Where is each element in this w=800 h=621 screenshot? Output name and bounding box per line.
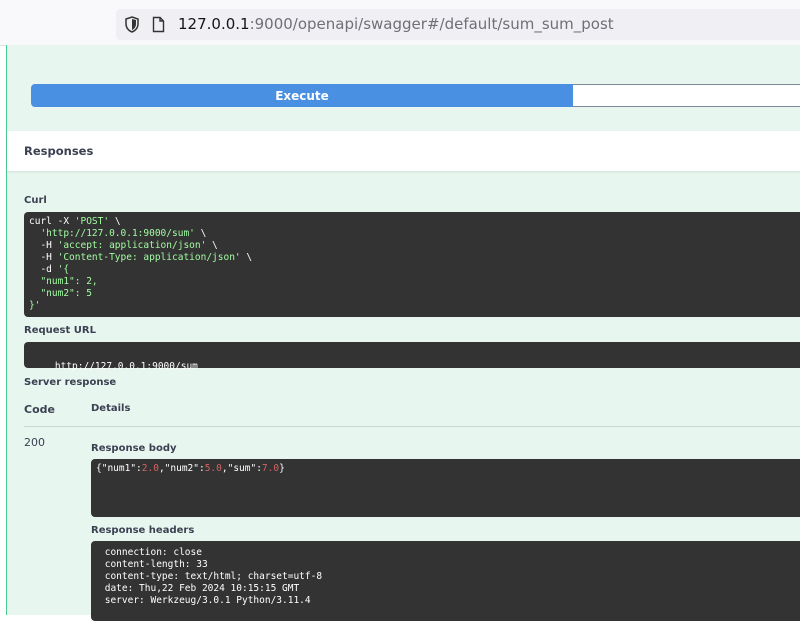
server-response-label: Server response bbox=[24, 377, 117, 388]
curl-line-string: 'Content-Type: application/json' bbox=[57, 252, 241, 263]
status-code: 200 bbox=[24, 436, 45, 449]
url-text[interactable]: 127.0.0.1:9000/openapi/swagger#/default/… bbox=[178, 15, 614, 33]
curl-line-text: -d bbox=[29, 264, 58, 275]
curl-line-text: -H bbox=[29, 240, 58, 251]
curl-line-string: "num2": 5 bbox=[29, 288, 92, 299]
table-divider bbox=[24, 426, 800, 427]
details-column-header: Details bbox=[91, 403, 131, 414]
response-headers-label: Response headers bbox=[91, 525, 195, 536]
body-value-num2: 5.0 bbox=[204, 463, 222, 474]
response-header-line: date: Thu,22 Feb 2024 10:15:15 GMT bbox=[99, 583, 300, 594]
curl-label: Curl bbox=[24, 195, 47, 206]
curl-line: }' bbox=[29, 300, 800, 312]
response-header-line: content-type: text/html; charset=utf-8 bbox=[99, 571, 323, 582]
curl-line-continuation: \ bbox=[240, 252, 253, 263]
shield-icon[interactable] bbox=[124, 16, 140, 33]
curl-line-string: "num1": 2, bbox=[29, 276, 98, 287]
clear-button[interactable] bbox=[573, 84, 800, 107]
curl-line-string: 'accept: application/json' bbox=[57, 240, 207, 251]
browser-toolbar: 127.0.0.1:9000/openapi/swagger#/default/… bbox=[0, 0, 800, 46]
response-body-label: Response body bbox=[91, 443, 177, 454]
request-url-text: http://127.0.0.1:9000/sum bbox=[54, 361, 198, 372]
curl-line-continuation: \ bbox=[194, 228, 207, 239]
curl-line-string: 'http://127.0.0.1:9000/sum' bbox=[40, 228, 195, 239]
page-icon[interactable] bbox=[152, 16, 165, 33]
body-text-3: ,"sum": bbox=[221, 463, 262, 474]
response-header-line: content-length: 33 bbox=[99, 559, 208, 570]
execute-wrapper: Execute bbox=[31, 84, 800, 107]
request-url-label: Request URL bbox=[24, 325, 96, 336]
curl-line: -H 'Content-Type: application/json' \ bbox=[29, 252, 800, 264]
curl-line-continuation: \ bbox=[206, 240, 218, 251]
curl-line-text bbox=[29, 228, 40, 239]
curl-line-continuation: \ bbox=[109, 216, 121, 227]
curl-line-text: curl -X bbox=[29, 216, 75, 227]
curl-line: "num2": 5 bbox=[29, 288, 800, 300]
execute-button[interactable]: Execute bbox=[31, 84, 573, 107]
curl-line: "num1": 2, bbox=[29, 276, 800, 288]
request-url-block[interactable]: http://127.0.0.1:9000/sum bbox=[24, 342, 800, 372]
curl-code-block[interactable]: curl -X 'POST' \ 'http://127.0.0.1:9000/… bbox=[24, 212, 800, 317]
response-header-line: server: Werkzeug/3.0.1 Python/3.11.4 bbox=[99, 595, 311, 606]
url-path: :9000/openapi/swagger#/default/sum_sum_p… bbox=[249, 15, 614, 33]
curl-line: curl -X 'POST' \ bbox=[29, 216, 800, 228]
body-text-1: {"num1": bbox=[96, 463, 142, 474]
code-column-header: Code bbox=[24, 403, 55, 416]
address-bar[interactable]: 127.0.0.1:9000/openapi/swagger#/default/… bbox=[116, 9, 800, 40]
url-host: 127.0.0.1 bbox=[178, 15, 250, 33]
response-body-block[interactable]: {"num1":2.0,"num2":5.0,"sum":7.0} bbox=[91, 459, 800, 517]
curl-line: 'http://127.0.0.1:9000/sum' \ bbox=[29, 228, 800, 240]
response-headers-block[interactable]: connection: close content-length: 33 con… bbox=[91, 541, 800, 621]
curl-line: -H 'accept: application/json' \ bbox=[29, 240, 800, 252]
operation-panel: Execute Responses Curl curl -X 'POST' \ … bbox=[6, 45, 800, 621]
responses-title: Responses bbox=[24, 144, 94, 158]
body-value-sum: 7.0 bbox=[261, 463, 280, 474]
curl-line-string: '{ bbox=[57, 264, 70, 275]
body-text-2: ,"num2": bbox=[158, 463, 205, 474]
responses-header: Responses bbox=[7, 131, 800, 171]
response-header-line: connection: close bbox=[99, 547, 202, 558]
curl-line-string: }' bbox=[29, 300, 41, 311]
curl-line-string: 'POST' bbox=[74, 216, 110, 227]
body-text-4: } bbox=[279, 463, 285, 474]
curl-line: -d '{ bbox=[29, 264, 800, 276]
curl-line-text: -H bbox=[29, 252, 58, 263]
body-value-num1: 2.0 bbox=[141, 463, 159, 474]
